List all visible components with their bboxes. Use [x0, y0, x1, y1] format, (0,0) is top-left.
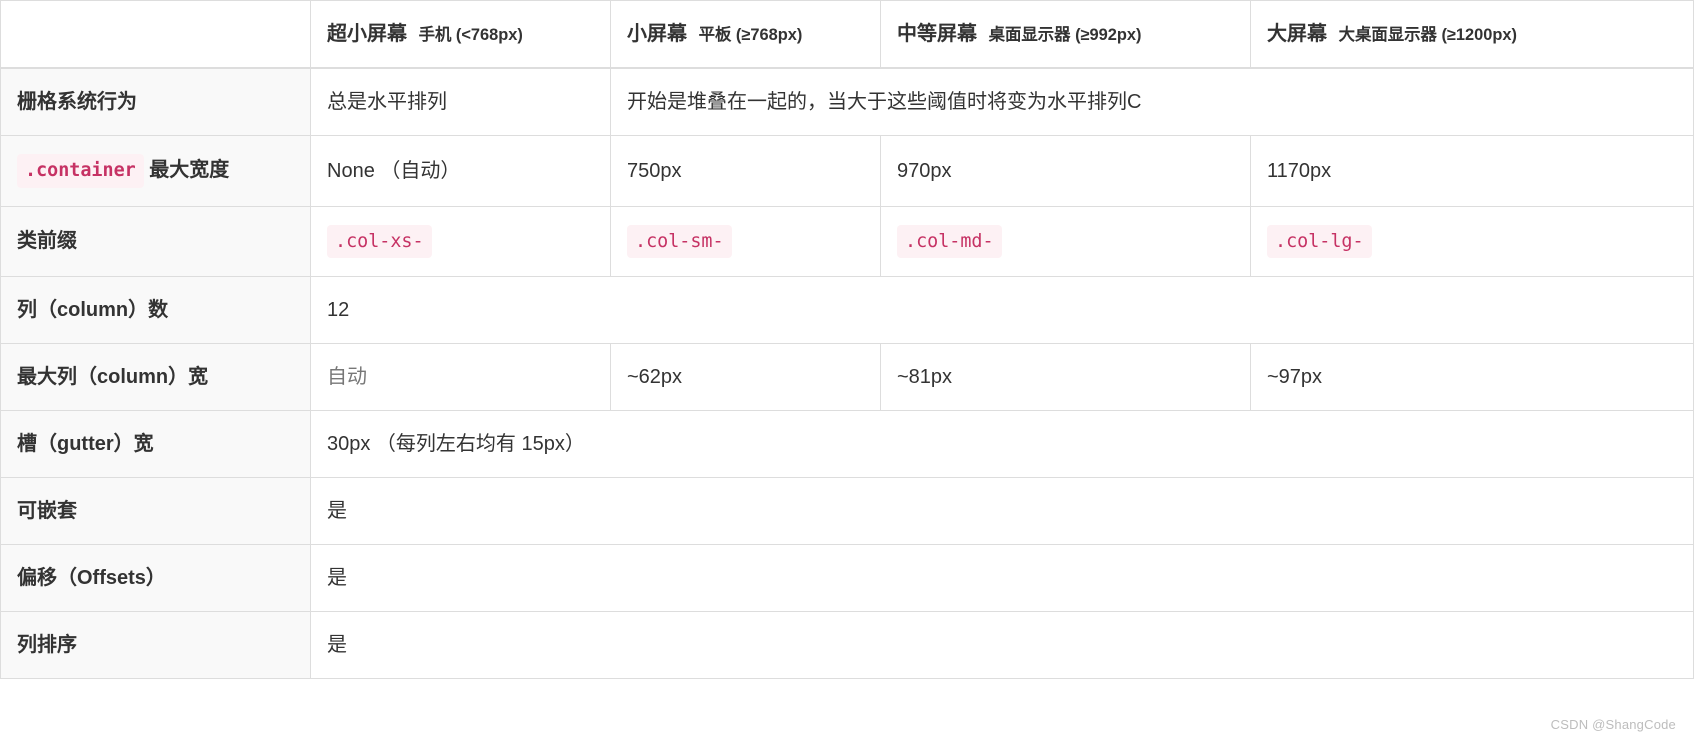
watermark: CSDN @ShangCode	[1551, 717, 1676, 732]
header-lg: 大屏幕 大桌面显示器 (≥1200px)	[1251, 1, 1694, 69]
row-gutter-val: 30px （每列左右均有 15px）	[311, 411, 1694, 478]
row-gutter-label: 槽（gutter）宽	[1, 411, 311, 478]
container-label-suffix: 最大宽度	[149, 159, 229, 181]
header-xs: 超小屏幕 手机 (<768px)	[311, 1, 611, 69]
header-md-main: 中等屏幕	[897, 23, 977, 45]
prefix-md-code: .col-md-	[897, 225, 1002, 259]
row-prefix-sm: .col-sm-	[611, 206, 881, 277]
row-columns: 列（column）数 12	[1, 277, 1694, 344]
row-prefix: 类前缀 .col-xs- .col-sm- .col-md- .col-lg-	[1, 206, 1694, 277]
row-ordering: 列排序 是	[1, 612, 1694, 679]
header-xs-main: 超小屏幕	[327, 23, 407, 45]
header-lg-sub: 大桌面显示器 (≥1200px)	[1339, 26, 1517, 44]
row-nestable-label: 可嵌套	[1, 478, 311, 545]
row-maxcol-xs: 自动	[311, 344, 611, 411]
row-prefix-lg: .col-lg-	[1251, 206, 1694, 277]
header-corner	[1, 1, 311, 69]
row-ordering-val: 是	[311, 612, 1694, 679]
row-behavior-label: 栅格系统行为	[1, 68, 311, 136]
row-behavior-merged: 开始是堆叠在一起的，当大于这些阈值时将变为水平排列C	[611, 68, 1694, 136]
row-prefix-label: 类前缀	[1, 206, 311, 277]
prefix-xs-code: .col-xs-	[327, 225, 432, 259]
header-lg-main: 大屏幕	[1267, 23, 1327, 45]
row-container-xs: None （自动）	[311, 136, 611, 207]
row-prefix-xs: .col-xs-	[311, 206, 611, 277]
row-columns-val: 12	[311, 277, 1694, 344]
row-container-label: .container 最大宽度	[1, 136, 311, 207]
row-behavior: 栅格系统行为 总是水平排列 开始是堆叠在一起的，当大于这些阈值时将变为水平排列C	[1, 68, 1694, 136]
row-maxcol-sm: ~62px	[611, 344, 881, 411]
row-maxcol-label: 最大列（column）宽	[1, 344, 311, 411]
header-md: 中等屏幕 桌面显示器 (≥992px)	[881, 1, 1251, 69]
row-offsets: 偏移（Offsets） 是	[1, 545, 1694, 612]
row-maxcol-lg: ~97px	[1251, 344, 1694, 411]
prefix-sm-code: .col-sm-	[627, 225, 732, 259]
grid-options-table: 超小屏幕 手机 (<768px) 小屏幕 平板 (≥768px) 中等屏幕 桌面…	[0, 0, 1694, 679]
row-container-lg: 1170px	[1251, 136, 1694, 207]
row-offsets-label: 偏移（Offsets）	[1, 545, 311, 612]
row-behavior-xs: 总是水平排列	[311, 68, 611, 136]
row-prefix-md: .col-md-	[881, 206, 1251, 277]
header-xs-sub: 手机 (<768px)	[419, 26, 523, 44]
prefix-lg-code: .col-lg-	[1267, 225, 1372, 259]
row-maxcol-md: ~81px	[881, 344, 1251, 411]
header-sm-main: 小屏幕	[627, 23, 687, 45]
row-container: .container 最大宽度 None （自动） 750px 970px 11…	[1, 136, 1694, 207]
header-sm: 小屏幕 平板 (≥768px)	[611, 1, 881, 69]
row-nestable-val: 是	[311, 478, 1694, 545]
row-columns-label: 列（column）数	[1, 277, 311, 344]
row-maxcol: 最大列（column）宽 自动 ~62px ~81px ~97px	[1, 344, 1694, 411]
container-code: .container	[17, 154, 144, 188]
row-container-sm: 750px	[611, 136, 881, 207]
row-gutter: 槽（gutter）宽 30px （每列左右均有 15px）	[1, 411, 1694, 478]
row-ordering-label: 列排序	[1, 612, 311, 679]
row-offsets-val: 是	[311, 545, 1694, 612]
row-nestable: 可嵌套 是	[1, 478, 1694, 545]
table-header-row: 超小屏幕 手机 (<768px) 小屏幕 平板 (≥768px) 中等屏幕 桌面…	[1, 1, 1694, 69]
row-container-md: 970px	[881, 136, 1251, 207]
header-sm-sub: 平板 (≥768px)	[699, 26, 803, 44]
header-md-sub: 桌面显示器 (≥992px)	[989, 26, 1142, 44]
